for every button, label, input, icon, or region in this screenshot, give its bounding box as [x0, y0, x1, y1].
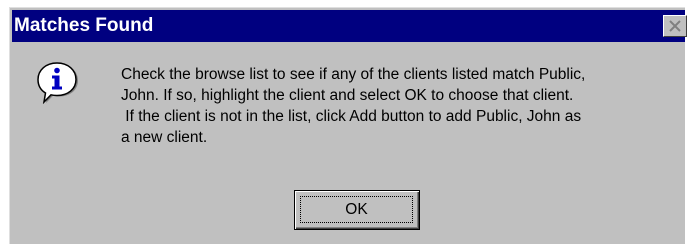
close-button[interactable] — [663, 15, 687, 37]
title-bar[interactable]: Matches Found — [12, 10, 687, 42]
matches-found-dialog: Matches Found Check the browse list to s… — [9, 7, 687, 244]
close-icon — [669, 20, 681, 32]
ok-button-label: OK — [300, 196, 413, 223]
message-text: Check the browse list to see if any of t… — [121, 64, 681, 148]
message-line: If the client is not in the list, click … — [121, 108, 582, 125]
message-line: John. If so, highlight the client and se… — [121, 87, 574, 104]
info-icon — [37, 62, 78, 104]
message-line: Check the browse list to see if any of t… — [121, 66, 586, 83]
ok-button[interactable]: OK — [294, 190, 420, 230]
dialog-title: Matches Found — [14, 15, 154, 36]
message-line: a new client. — [121, 129, 208, 146]
